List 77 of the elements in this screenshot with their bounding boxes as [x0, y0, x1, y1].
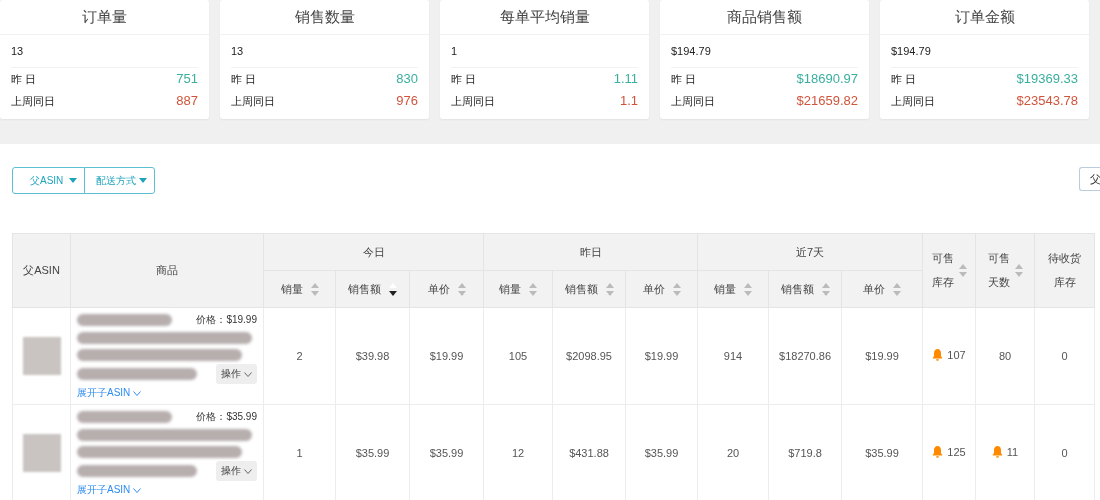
compare-value: 751 [176, 70, 198, 88]
card-value: 13 [231, 35, 418, 68]
column-header: 待收货 库存 [1034, 233, 1095, 308]
compare-value: $18690.97 [796, 70, 858, 88]
compare-label: 上周同日 [451, 94, 495, 109]
chevron-icon [133, 487, 142, 493]
column-header[interactable]: 销量 [263, 270, 336, 308]
compare-label: 昨 日 [891, 72, 917, 87]
column-header[interactable]: 可售 天数 [975, 233, 1035, 308]
column-header[interactable]: 单价 [409, 270, 484, 308]
compare-label: 昨 日 [11, 72, 37, 87]
column-header[interactable]: 单价 [841, 270, 923, 308]
chevron-icon [133, 390, 142, 396]
card-title: 每单平均销量 [440, 0, 649, 35]
compare-value: 1.1 [619, 92, 638, 110]
column-header[interactable]: 可售 库存 [922, 233, 976, 308]
photo-placeholder [22, 337, 61, 375]
expand-link[interactable]: 展开子ASIN [77, 483, 142, 497]
column-header[interactable]: 单价 [625, 270, 698, 308]
action-button[interactable]: 操作 [216, 364, 257, 384]
column-header[interactable]: 销量 [483, 270, 553, 308]
chevron-icon [244, 371, 252, 377]
compare-label: 上周同日 [231, 94, 275, 109]
price-label: 价格：$35.99 [196, 410, 257, 424]
compare-label: 昨 日 [451, 72, 477, 87]
table-cell-value: 0 [1061, 447, 1068, 459]
card-value: 1 [451, 35, 638, 68]
column-header: 父ASIN [12, 233, 71, 308]
card-value: $194.79 [671, 35, 858, 68]
card-title: 销售数量 [220, 0, 429, 35]
compare-value: 830 [396, 70, 418, 88]
expand-link[interactable]: 展开子ASIN [77, 386, 142, 400]
table-cell-value: 80 [998, 350, 1012, 362]
table-cell: 2 [263, 307, 336, 405]
card-title: 订单金额 [880, 0, 1089, 35]
table-cell: $2098.95 [552, 307, 626, 405]
column-header[interactable]: 销售额 [335, 270, 410, 308]
table-cell: 914 [697, 307, 769, 405]
column-header[interactable]: 销售额 [768, 270, 842, 308]
compare-value: $19369.33 [1016, 70, 1078, 88]
table-cell: $39.98 [335, 307, 410, 405]
caret-icon [69, 178, 77, 183]
table-cell: $19.99 [841, 307, 923, 405]
action-button[interactable]: 操作 [216, 461, 257, 481]
compare-label: 上周同日 [891, 94, 935, 109]
table-cell: $19.99 [625, 307, 698, 405]
compare-value: 1.11 [613, 70, 638, 88]
photo-placeholder [22, 434, 61, 472]
compare-label: 昨 日 [671, 72, 697, 87]
table-cell-value: 125 [947, 446, 966, 458]
chevron-icon [244, 468, 252, 474]
card-title: 商品销售额 [660, 0, 869, 35]
column-group-header: 昨日 [483, 233, 698, 271]
compare-value: 887 [176, 92, 198, 110]
toggle-button[interactable]: 父 [1079, 167, 1100, 191]
column-header[interactable]: 销售额 [552, 270, 626, 308]
table-cell-value: 107 [947, 349, 966, 361]
column-group-header: 今日 [263, 233, 484, 271]
compare-value: 976 [396, 92, 418, 110]
compare-value: $23543.78 [1016, 92, 1078, 110]
table-cell: $18270.86 [768, 307, 842, 405]
table-cell: 105 [483, 307, 553, 405]
compare-label: 昨 日 [231, 72, 257, 87]
table-cell-value: 11 [1006, 446, 1019, 458]
caret-icon [139, 178, 147, 183]
table-cell-value: 0 [1061, 350, 1068, 362]
compare-label: 上周同日 [11, 94, 55, 109]
price-label: 价格：$19.99 [196, 313, 257, 327]
card-title: 订单量 [0, 0, 209, 35]
compare-label: 上周同日 [671, 94, 715, 109]
card-value: 13 [11, 35, 198, 68]
card-value: $194.79 [891, 35, 1078, 68]
table-cell: $19.99 [409, 307, 484, 405]
column-group-header: 近7天 [697, 233, 923, 271]
column-header: 商品 [70, 233, 264, 308]
compare-value: $21659.82 [796, 92, 858, 110]
column-header[interactable]: 销量 [697, 270, 769, 308]
